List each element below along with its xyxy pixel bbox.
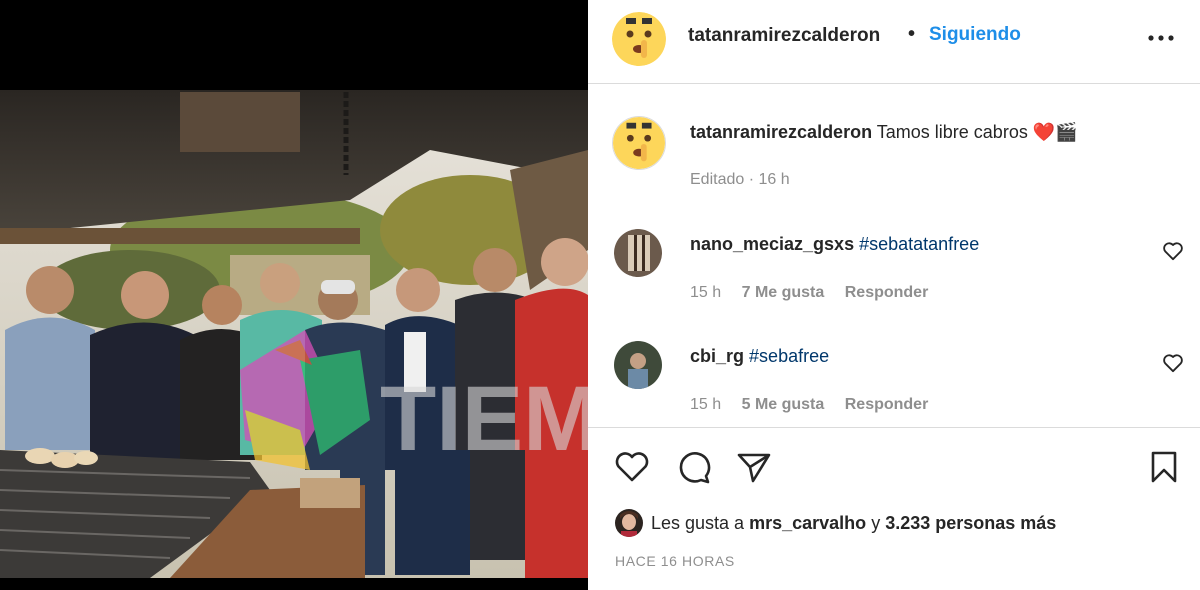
separator-dot: •	[908, 23, 916, 45]
comment-meta: 15 h 5 Me gusta Responder	[690, 396, 944, 414]
heart-outline-icon[interactable]	[1162, 241, 1184, 261]
caption-author-avatar[interactable]	[612, 116, 666, 170]
comment-likes[interactable]: 5 Me gusta	[742, 396, 825, 413]
reply-button[interactable]: Responder	[845, 284, 929, 301]
bookmark-outline-icon[interactable]	[1148, 450, 1180, 484]
heart-outline-icon[interactable]	[614, 451, 650, 483]
comment-avatar[interactable]	[614, 229, 662, 277]
user-photo-icon	[614, 229, 662, 277]
caption-emoji: ❤️🎬	[1032, 122, 1078, 142]
paper-plane-icon[interactable]	[736, 450, 772, 484]
post-side-panel: tatanramirezcalderon • Siguiendo tatanra…	[588, 0, 1200, 590]
comment-item: cbi_rg #sebafree 15 h 5 Me gusta Respond…	[588, 341, 1200, 441]
following-button[interactable]: Siguiendo	[929, 24, 1021, 46]
more-horizontal-icon[interactable]	[1146, 26, 1176, 50]
comment-time: 15 h	[690, 396, 722, 413]
comment-hashtag[interactable]: #sebafree	[749, 346, 829, 366]
post-caption: tatanramirezcalderon Tamos libre cabros …	[690, 122, 1078, 143]
comment-username[interactable]: cbi_rg	[690, 346, 744, 366]
shushing-face-icon	[612, 12, 666, 66]
heart-outline-icon[interactable]	[1162, 353, 1184, 373]
user-photo-icon	[614, 341, 662, 389]
post-header: tatanramirezcalderon • Siguiendo	[588, 0, 1200, 84]
comment-text: cbi_rg #sebafree	[690, 346, 829, 367]
caption-text: Tamos libre cabros	[876, 122, 1028, 142]
liker-avatar[interactable]	[615, 509, 643, 537]
photo-watermark: TIEMPOX	[380, 368, 588, 470]
comment-bubble-icon[interactable]	[676, 450, 712, 484]
group-photo-image: TIEMPOX	[0, 0, 588, 590]
user-photo-icon	[615, 509, 643, 537]
liker-username[interactable]: mrs_carvalho	[749, 513, 866, 533]
likes-connector: y	[871, 513, 881, 533]
caption-username[interactable]: tatanramirezcalderon	[690, 122, 872, 142]
reply-button[interactable]: Responder	[845, 396, 929, 413]
comment-item: nano_meciaz_gsxs #sebatatanfree 15 h 7 M…	[588, 229, 1200, 329]
caption-edited-time: Editado · 16 h	[690, 171, 790, 188]
comment-meta: 15 h 7 Me gusta Responder	[690, 284, 944, 302]
author-avatar[interactable]	[612, 12, 666, 66]
likes-prefix: Les gusta a	[651, 513, 745, 533]
author-username[interactable]: tatanramirezcalderon	[688, 25, 880, 47]
likes-summary: Les gusta a mrs_carvalho y 3.233 persona…	[651, 513, 1056, 534]
comment-hashtag[interactable]: #sebatatanfree	[859, 234, 979, 254]
comment-avatar[interactable]	[614, 341, 662, 389]
comment-likes[interactable]: 7 Me gusta	[742, 284, 825, 301]
post-time-ago[interactable]: HACE 16 HORAS	[615, 553, 735, 569]
shushing-face-icon	[613, 117, 665, 169]
comment-username[interactable]: nano_meciaz_gsxs	[690, 234, 854, 254]
comment-text: nano_meciaz_gsxs #sebatatanfree	[690, 234, 979, 255]
actions-divider	[588, 427, 1200, 428]
post-photo[interactable]: TIEMPOX	[0, 0, 588, 590]
likes-others-link[interactable]: 3.233 personas más	[885, 513, 1056, 533]
instagram-post-window: TIEMPOX tatanramirezcalderon • Siguie	[0, 0, 1200, 590]
comment-time: 15 h	[690, 284, 722, 301]
